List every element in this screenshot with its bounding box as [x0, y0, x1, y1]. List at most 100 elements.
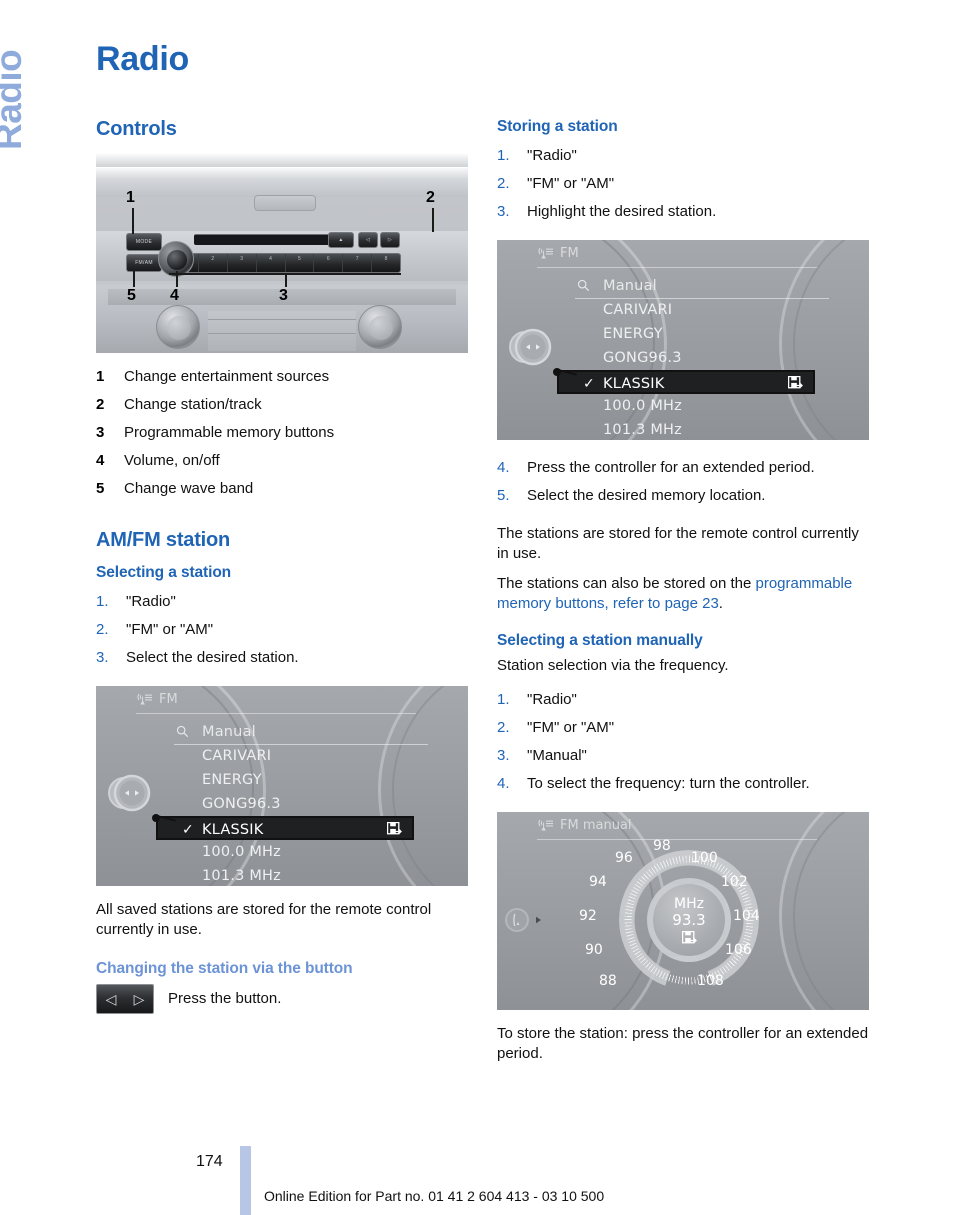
dial-tick-label: 102: [721, 874, 748, 890]
station-change-hardware-button[interactable]: ◁ ▷: [96, 984, 154, 1014]
idrive-header-rule: [136, 713, 416, 714]
subsection-heading-selecting-station-manually: Selecting a station manually: [497, 632, 703, 649]
legend-number: 4: [96, 452, 105, 469]
dial-tick-label: 106: [725, 942, 752, 958]
storing-a-station-steps-4-5: Press the controller for an extended per…: [497, 454, 869, 510]
footer-edition-text: Online Edition for Part no. 01 41 2 604 …: [264, 1188, 605, 1204]
idrive-manual-divider: [174, 744, 428, 745]
idrive-list-item[interactable]: ENERGY: [174, 768, 428, 792]
subsection-heading-selecting-a-station: Selecting a station: [96, 564, 232, 581]
idrive-header-label: FM: [159, 692, 178, 707]
search-icon: [577, 279, 590, 292]
search-icon: [176, 725, 189, 738]
save-icon: [681, 930, 697, 943]
legend-number: 3: [96, 424, 105, 441]
note-prefix: The stations can also be stored on the: [497, 575, 756, 592]
radio-eject-button: ▲: [328, 232, 354, 248]
dial-tick-label: 90: [585, 942, 603, 958]
radio-fmam-button: FM/AM: [126, 254, 162, 272]
idrive-manual-label: Manual: [202, 724, 256, 740]
chapter-tab-radio: Radio: [0, 49, 29, 150]
step-item: "Radio": [497, 142, 577, 170]
legend-label: Change station/track: [124, 396, 262, 413]
idrive-list-item[interactable]: 100.0 MHz: [575, 394, 829, 418]
idrive-back-arrow-icon[interactable]: [505, 898, 545, 942]
controls-legend-list: 1 Change entertainment sources 2 Change …: [96, 363, 468, 503]
legend-number: 2: [96, 396, 105, 413]
idrive-list-item[interactable]: 101.3 MHz: [575, 418, 829, 440]
dial-tick-label: 104: [733, 908, 760, 924]
selecting-manually-steps: "Radio" "FM" or "AM" "Manual" To select …: [497, 686, 869, 798]
step-item: "Radio": [497, 686, 577, 714]
idrive-controller-knob-icon: [108, 774, 151, 812]
frequency-unit-label: MHz: [674, 895, 704, 912]
radio-preset-5: 5: [286, 254, 315, 272]
dial-tick-label: 108: [697, 973, 724, 989]
idrive-list-item[interactable]: GONG96.3: [575, 346, 829, 370]
callout-number-5: 5: [127, 287, 136, 304]
legend-item: 5 Change wave band: [96, 475, 468, 503]
legend-item: 2 Change station/track: [96, 391, 468, 419]
idrive-header: FM: [537, 246, 579, 261]
idrive-list-item[interactable]: 101.3 MHz: [174, 864, 428, 886]
callout-number-4: 4: [170, 287, 179, 304]
radio-mode-button: MODE: [126, 233, 162, 251]
idrive-list-item[interactable]: GONG96.3: [174, 792, 428, 816]
section-heading-controls: Controls: [96, 118, 177, 140]
page-title: Radio: [96, 40, 189, 78]
step-item: "Radio": [96, 588, 176, 616]
radio-air-vents: [208, 311, 356, 351]
idrive-list-item-manual[interactable]: Manual: [174, 720, 428, 744]
radio-preset-7: 7: [343, 254, 373, 272]
selecting-a-station-note: All saved stations are stored for the re…: [96, 901, 432, 938]
idrive-list-item-selected[interactable]: ✓ KLASSIK: [156, 816, 414, 840]
step-item: "FM" or "AM": [96, 616, 214, 644]
idrive-header: FM manual: [537, 818, 632, 833]
frequency-value: 93.3: [672, 910, 706, 929]
checkmark-icon: ✓: [182, 822, 194, 838]
radio-antenna-icon: [538, 819, 553, 831]
note-suffix: .: [718, 595, 723, 612]
section-heading-amfm-station: AM/FM station: [96, 529, 231, 551]
idrive-header-rule: [537, 267, 817, 268]
checkmark-icon: ✓: [583, 376, 595, 392]
callout-leader-1: [132, 208, 134, 234]
idrive-list-item[interactable]: CARIVARI: [174, 744, 428, 768]
manual-intro-text: Station selection via the frequency.: [497, 657, 729, 674]
idrive-leader-dot: [152, 814, 160, 822]
idrive-selected-label: KLASSIK: [603, 376, 665, 392]
radio-preset-2: 2: [199, 254, 228, 272]
idrive-selected-label: KLASSIK: [202, 822, 264, 838]
legend-label: Programmable memory buttons: [124, 424, 335, 441]
legend-item: 3 Programmable memory buttons: [96, 419, 468, 447]
right-column: Storing a station "Radio" "FM" or "AM" H…: [497, 118, 869, 1078]
idrive-list-item-manual[interactable]: Manual: [575, 274, 829, 298]
car-radio-unit-photo: MODE FM/AM ▲ ◁ ▷ 1 2 3 4 5 6 7 8 1 2 3: [96, 153, 468, 353]
dial-tick-label: 98: [653, 838, 671, 854]
radio-left-rotary-knob: [156, 305, 200, 349]
idrive-list-item[interactable]: ENERGY: [575, 322, 829, 346]
idrive-controller-knob-icon: [509, 328, 552, 366]
step-item: "FM" or "AM": [497, 170, 615, 198]
step-item: Select the desired station.: [96, 644, 299, 672]
radio-preset-3: 3: [228, 254, 257, 272]
radio-prev-button: ◁: [358, 232, 378, 248]
idrive-list-item[interactable]: 100.0 MHz: [174, 840, 428, 864]
idrive-header: FM: [136, 692, 178, 707]
dial-tick-label: 100: [691, 850, 718, 866]
idrive-list-item-selected[interactable]: ✓ KLASSIK: [557, 370, 815, 394]
legend-item: 1 Change entertainment sources: [96, 363, 468, 391]
save-icon: [788, 376, 803, 389]
prev-triangle-icon: ◁: [105, 990, 117, 1007]
page-number: 174: [196, 1153, 223, 1170]
legend-label: Volume, on/off: [124, 452, 220, 469]
step-item: Press the controller for an extended per…: [497, 454, 815, 482]
idrive-manual-divider: [575, 298, 829, 299]
frequency-dial[interactable]: MHz 93.3 88 90 92 94 96 98 100 102 104 1…: [579, 836, 773, 1004]
step-item: Highlight the desired station.: [497, 198, 717, 226]
step-item: Select the desired memory location.: [497, 482, 766, 510]
legend-number: 5: [96, 480, 105, 497]
idrive-manual-tuning-screenshot: FM manual MHz 93.3 88 90 92 94 96 98 100…: [497, 812, 869, 1010]
idrive-list-item[interactable]: CARIVARI: [575, 298, 829, 322]
legend-number: 1: [96, 368, 105, 385]
